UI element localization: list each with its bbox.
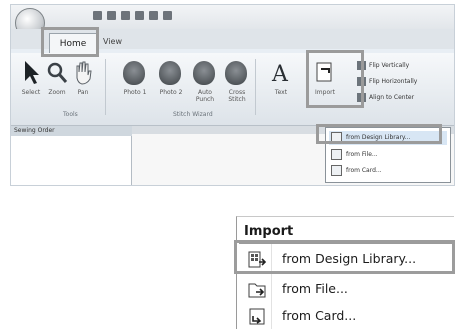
photo2-label: Photo 2 [159, 89, 183, 96]
small-menu-item-card[interactable]: from Card... [329, 164, 447, 178]
cross-stitch-label: Cross Stitch [228, 89, 246, 103]
card-icon [249, 308, 265, 325]
tools-group-label: Tools [63, 111, 78, 118]
text-label: Text [274, 89, 288, 96]
home-tab-highlight [41, 27, 99, 57]
group-separator [105, 59, 106, 115]
portrait-icon[interactable] [225, 61, 247, 85]
quick-access-toolbar [11, 5, 454, 29]
portrait-icon[interactable] [159, 61, 181, 85]
flip-horizontally-button[interactable]: Flip Horizontally [357, 77, 417, 86]
magnifier-icon[interactable] [45, 59, 69, 87]
folder-file-icon [331, 149, 342, 160]
save-icon[interactable] [93, 11, 102, 20]
group-separator [255, 59, 256, 115]
stitch-wizard-group-label: Stitch Wizard [173, 111, 213, 118]
portrait-icon[interactable] [193, 61, 215, 85]
portrait-icon[interactable] [123, 61, 145, 85]
pan-label: Pan [77, 89, 89, 96]
svg-text:A: A [271, 62, 289, 87]
import-menu-title: Import [244, 224, 294, 239]
menu-item-from-card[interactable]: from Card... [238, 303, 452, 331]
design-library-highlight [316, 124, 442, 144]
menu-item-label: from Card... [282, 308, 357, 323]
photo1-label: Photo 1 [123, 89, 147, 96]
open-icon[interactable] [163, 11, 172, 20]
undo-icon[interactable] [107, 11, 116, 20]
import-button-highlight [306, 50, 364, 108]
flip-vertically-button[interactable]: Flip Vertically [357, 61, 409, 70]
folder-file-icon [248, 283, 266, 298]
small-menu-item-file[interactable]: from File... [329, 148, 447, 162]
redo-icon[interactable] [121, 11, 130, 20]
menu-item-label: from File... [282, 281, 348, 296]
auto-punch-label: Auto Punch [195, 89, 215, 103]
design-library-selection-highlight [234, 240, 455, 274]
sewing-order-panel: Sewing Order [11, 126, 134, 185]
menu-item-from-file[interactable]: from File... [238, 276, 452, 304]
text-a-icon[interactable]: A [269, 59, 293, 87]
new-icon[interactable] [149, 11, 158, 20]
sewing-order-title: Sewing Order [11, 126, 134, 136]
arrow-cursor-icon[interactable] [19, 59, 43, 87]
tab-view[interactable]: View [103, 37, 122, 46]
print-icon[interactable] [135, 11, 144, 20]
align-center-button[interactable]: Align to Center [357, 93, 414, 102]
card-icon [331, 165, 342, 176]
hand-icon[interactable] [71, 59, 95, 87]
